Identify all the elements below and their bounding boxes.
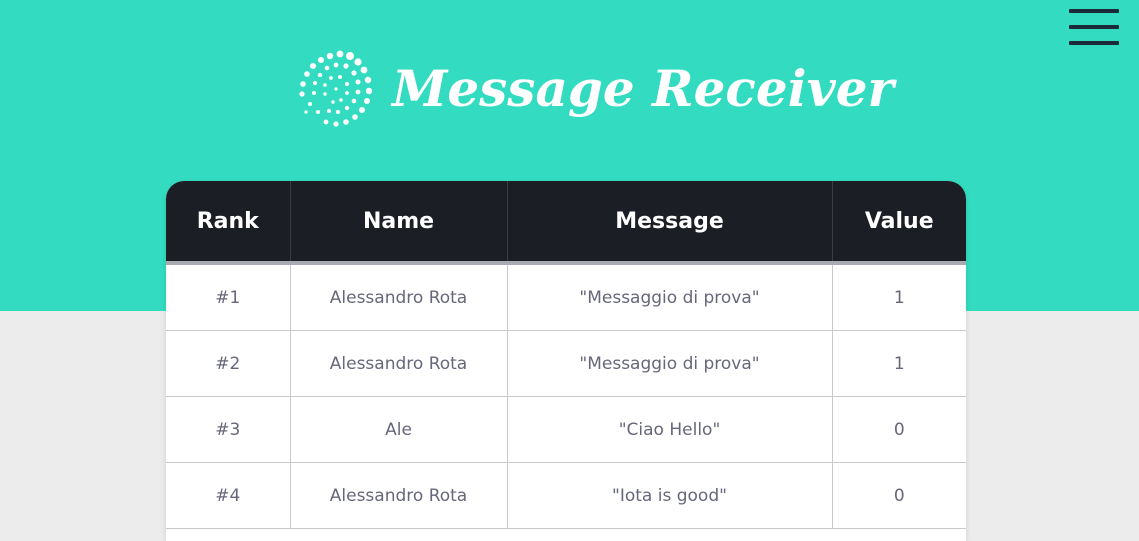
page-title: Message Receiver: [392, 59, 894, 118]
column-header-rank: Rank: [166, 181, 291, 265]
hamburger-menu-icon[interactable]: [1069, 9, 1119, 45]
cell-name: Ale: [290, 396, 508, 463]
cell-name: Alessandro Rota: [290, 263, 508, 331]
cell-message: "Iota is good": [507, 462, 833, 529]
cell-message: "Messaggio di prova": [507, 263, 833, 331]
column-header-value: Value: [832, 181, 966, 265]
table-row: #3 Ale "Ciao Hello" 0: [166, 396, 966, 463]
messages-table: Rank Name Message Value #1 Alessandro Ro…: [166, 181, 966, 529]
cell-rank: #1: [166, 263, 291, 331]
cell-rank: #3: [166, 396, 291, 463]
cell-message: "Messaggio di prova": [507, 330, 833, 397]
cell-value: 1: [832, 263, 966, 331]
cell-name: Alessandro Rota: [290, 330, 508, 397]
cell-message: "Ciao Hello": [507, 396, 833, 463]
table-row: #2 Alessandro Rota "Messaggio di prova" …: [166, 330, 966, 397]
table-row: #4 Alessandro Rota "Iota is good" 0: [166, 462, 966, 529]
table-row: #1 Alessandro Rota "Messaggio di prova" …: [166, 263, 966, 331]
column-header-name: Name: [290, 181, 508, 265]
menu-bar-middle: [1069, 25, 1119, 29]
iota-dots-logo-icon: [299, 50, 373, 127]
menu-bar-top: [1069, 9, 1119, 13]
cell-rank: #4: [166, 462, 291, 529]
cell-value: 0: [832, 396, 966, 463]
cell-name: Alessandro Rota: [290, 462, 508, 529]
cell-value: 0: [832, 462, 966, 529]
table-header-row: Rank Name Message Value: [166, 181, 966, 265]
cell-rank: #2: [166, 330, 291, 397]
brand: Message Receiver: [296, 48, 894, 130]
column-header-message: Message: [507, 181, 833, 265]
messages-table-container: Rank Name Message Value #1 Alessandro Ro…: [166, 181, 966, 541]
cell-value: 1: [832, 330, 966, 397]
menu-bar-bottom: [1069, 41, 1119, 45]
